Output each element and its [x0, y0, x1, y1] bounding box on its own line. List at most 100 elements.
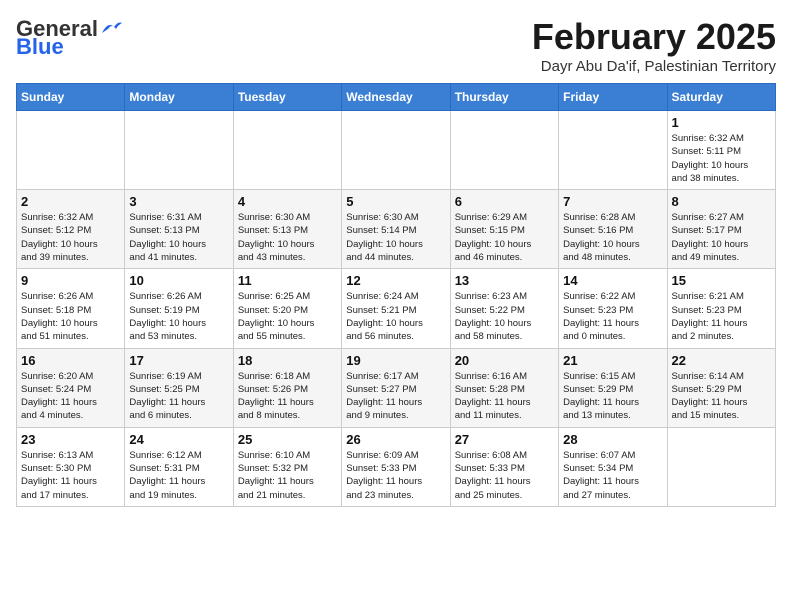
calendar-cell [125, 111, 233, 190]
calendar-cell: 18Sunrise: 6:18 AM Sunset: 5:26 PM Dayli… [233, 348, 341, 427]
day-number: 28 [563, 432, 662, 447]
day-of-week-header: Sunday [17, 84, 125, 111]
day-number: 6 [455, 194, 554, 209]
day-info: Sunrise: 6:08 AM Sunset: 5:33 PM Dayligh… [455, 449, 554, 502]
day-number: 8 [672, 194, 771, 209]
day-info: Sunrise: 6:21 AM Sunset: 5:23 PM Dayligh… [672, 290, 771, 343]
day-info: Sunrise: 6:29 AM Sunset: 5:15 PM Dayligh… [455, 211, 554, 264]
day-info: Sunrise: 6:25 AM Sunset: 5:20 PM Dayligh… [238, 290, 337, 343]
calendar-cell: 16 Sunrise: 6:20 AM Sunset: 5:24 PM Dayli… [17, 348, 125, 427]
day-number: 12 [346, 273, 445, 288]
calendar-cell: 22 Sunrise: 6:14 AM Sunset: 5:29 PM Dayli… [667, 348, 775, 427]
day-number: 26 [346, 432, 445, 447]
title-area: February 2025 Dayr Abu Da'if, Palestinia… [532, 16, 776, 75]
day-of-week-header: Monday [125, 84, 233, 111]
day-number: 18 [238, 353, 337, 368]
calendar-cell: 1Sunrise: 6:32 AM Sunset: 5:11 PM Daylig… [667, 111, 775, 190]
calendar-cell: 23 Sunrise: 6:13 AM Sunset: 5:30 PM Dayli… [17, 427, 125, 506]
calendar-cell: 2 Sunrise: 6:32 AM Sunset: 5:12 PM Daylig… [17, 190, 125, 269]
day-info: Sunrise: 6:14 AM Sunset: 5:29 PM Dayligh… [672, 370, 771, 423]
calendar-table: SundayMondayTuesdayWednesdayThursdayFrid… [16, 83, 776, 507]
calendar-cell [17, 111, 125, 190]
calendar-week-row: 9 Sunrise: 6:26 AM Sunset: 5:18 PM Daylig… [17, 269, 776, 348]
day-number: 9 [21, 273, 120, 288]
day-number: 4 [238, 194, 337, 209]
calendar-cell: 9 Sunrise: 6:26 AM Sunset: 5:18 PM Daylig… [17, 269, 125, 348]
calendar-header-row: SundayMondayTuesdayWednesdayThursdayFrid… [17, 84, 776, 111]
calendar-cell: 15 Sunrise: 6:21 AM Sunset: 5:23 PM Dayli… [667, 269, 775, 348]
calendar-cell: 24 Sunrise: 6:12 AM Sunset: 5:31 PM Dayli… [125, 427, 233, 506]
day-info: Sunrise: 6:24 AM Sunset: 5:21 PM Dayligh… [346, 290, 445, 343]
calendar-cell [342, 111, 450, 190]
calendar-cell [450, 111, 558, 190]
day-number: 19 [346, 353, 445, 368]
calendar-cell [667, 427, 775, 506]
calendar-cell [233, 111, 341, 190]
day-number: 2 [21, 194, 120, 209]
day-info: Sunrise: 6:28 AM Sunset: 5:16 PM Dayligh… [563, 211, 662, 264]
calendar-cell [559, 111, 667, 190]
day-of-week-header: Saturday [667, 84, 775, 111]
day-number: 27 [455, 432, 554, 447]
day-info: Sunrise: 6:30 AM Sunset: 5:13 PM Dayligh… [238, 211, 337, 264]
day-number: 17 [129, 353, 228, 368]
day-info: Sunrise: 6:13 AM Sunset: 5:30 PM Dayligh… [21, 449, 120, 502]
calendar-week-row: 16 Sunrise: 6:20 AM Sunset: 5:24 PM Dayli… [17, 348, 776, 427]
calendar-cell: 21 Sunrise: 6:15 AM Sunset: 5:29 PM Dayli… [559, 348, 667, 427]
day-number: 16 [21, 353, 120, 368]
day-number: 20 [455, 353, 554, 368]
calendar-cell: 7Sunrise: 6:28 AM Sunset: 5:16 PM Daylig… [559, 190, 667, 269]
month-title: February 2025 [532, 16, 776, 58]
day-info: Sunrise: 6:15 AM Sunset: 5:29 PM Dayligh… [563, 370, 662, 423]
page-header: General Blue February 2025 Dayr Abu Da'i… [16, 16, 776, 75]
day-number: 13 [455, 273, 554, 288]
day-info: Sunrise: 6:20 AM Sunset: 5:24 PM Dayligh… [21, 370, 120, 423]
calendar-cell: 28 Sunrise: 6:07 AM Sunset: 5:34 PM Dayli… [559, 427, 667, 506]
calendar-cell: 26Sunrise: 6:09 AM Sunset: 5:33 PM Dayli… [342, 427, 450, 506]
day-number: 21 [563, 353, 662, 368]
day-number: 14 [563, 273, 662, 288]
calendar-cell: 6 Sunrise: 6:29 AM Sunset: 5:15 PM Daylig… [450, 190, 558, 269]
calendar-cell: 10Sunrise: 6:26 AM Sunset: 5:19 PM Dayli… [125, 269, 233, 348]
day-of-week-header: Friday [559, 84, 667, 111]
calendar-week-row: 2 Sunrise: 6:32 AM Sunset: 5:12 PM Daylig… [17, 190, 776, 269]
day-info: Sunrise: 6:32 AM Sunset: 5:11 PM Dayligh… [672, 132, 771, 185]
day-number: 15 [672, 273, 771, 288]
day-number: 5 [346, 194, 445, 209]
day-info: Sunrise: 6:26 AM Sunset: 5:18 PM Dayligh… [21, 290, 120, 343]
day-of-week-header: Thursday [450, 84, 558, 111]
day-of-week-header: Tuesday [233, 84, 341, 111]
calendar-cell: 14 Sunrise: 6:22 AM Sunset: 5:23 PM Dayli… [559, 269, 667, 348]
location: Dayr Abu Da'if, Palestinian Territory [532, 58, 776, 75]
day-number: 24 [129, 432, 228, 447]
logo-bird-icon [100, 19, 122, 35]
day-of-week-header: Wednesday [342, 84, 450, 111]
calendar-cell: 19Sunrise: 6:17 AM Sunset: 5:27 PM Dayli… [342, 348, 450, 427]
day-info: Sunrise: 6:32 AM Sunset: 5:12 PM Dayligh… [21, 211, 120, 264]
calendar-week-row: 23 Sunrise: 6:13 AM Sunset: 5:30 PM Dayli… [17, 427, 776, 506]
day-number: 22 [672, 353, 771, 368]
day-info: Sunrise: 6:10 AM Sunset: 5:32 PM Dayligh… [238, 449, 337, 502]
calendar-cell: 25 Sunrise: 6:10 AM Sunset: 5:32 PM Dayli… [233, 427, 341, 506]
day-info: Sunrise: 6:22 AM Sunset: 5:23 PM Dayligh… [563, 290, 662, 343]
day-info: Sunrise: 6:16 AM Sunset: 5:28 PM Dayligh… [455, 370, 554, 423]
day-info: Sunrise: 6:27 AM Sunset: 5:17 PM Dayligh… [672, 211, 771, 264]
calendar-cell: 13 Sunrise: 6:23 AM Sunset: 5:22 PM Dayli… [450, 269, 558, 348]
day-number: 3 [129, 194, 228, 209]
calendar-cell: 12 Sunrise: 6:24 AM Sunset: 5:21 PM Dayli… [342, 269, 450, 348]
day-number: 25 [238, 432, 337, 447]
day-info: Sunrise: 6:12 AM Sunset: 5:31 PM Dayligh… [129, 449, 228, 502]
calendar-cell: 5 Sunrise: 6:30 AM Sunset: 5:14 PM Daylig… [342, 190, 450, 269]
logo-blue: Blue [16, 34, 64, 60]
calendar-cell: 8 Sunrise: 6:27 AM Sunset: 5:17 PM Daylig… [667, 190, 775, 269]
calendar-cell: 17Sunrise: 6:19 AM Sunset: 5:25 PM Dayli… [125, 348, 233, 427]
day-number: 23 [21, 432, 120, 447]
day-number: 11 [238, 273, 337, 288]
day-info: Sunrise: 6:30 AM Sunset: 5:14 PM Dayligh… [346, 211, 445, 264]
calendar-cell: 3Sunrise: 6:31 AM Sunset: 5:13 PM Daylig… [125, 190, 233, 269]
calendar-cell: 4 Sunrise: 6:30 AM Sunset: 5:13 PM Daylig… [233, 190, 341, 269]
calendar-cell: 27 Sunrise: 6:08 AM Sunset: 5:33 PM Dayli… [450, 427, 558, 506]
day-info: Sunrise: 6:07 AM Sunset: 5:34 PM Dayligh… [563, 449, 662, 502]
day-info: Sunrise: 6:23 AM Sunset: 5:22 PM Dayligh… [455, 290, 554, 343]
calendar-cell: 11 Sunrise: 6:25 AM Sunset: 5:20 PM Dayli… [233, 269, 341, 348]
